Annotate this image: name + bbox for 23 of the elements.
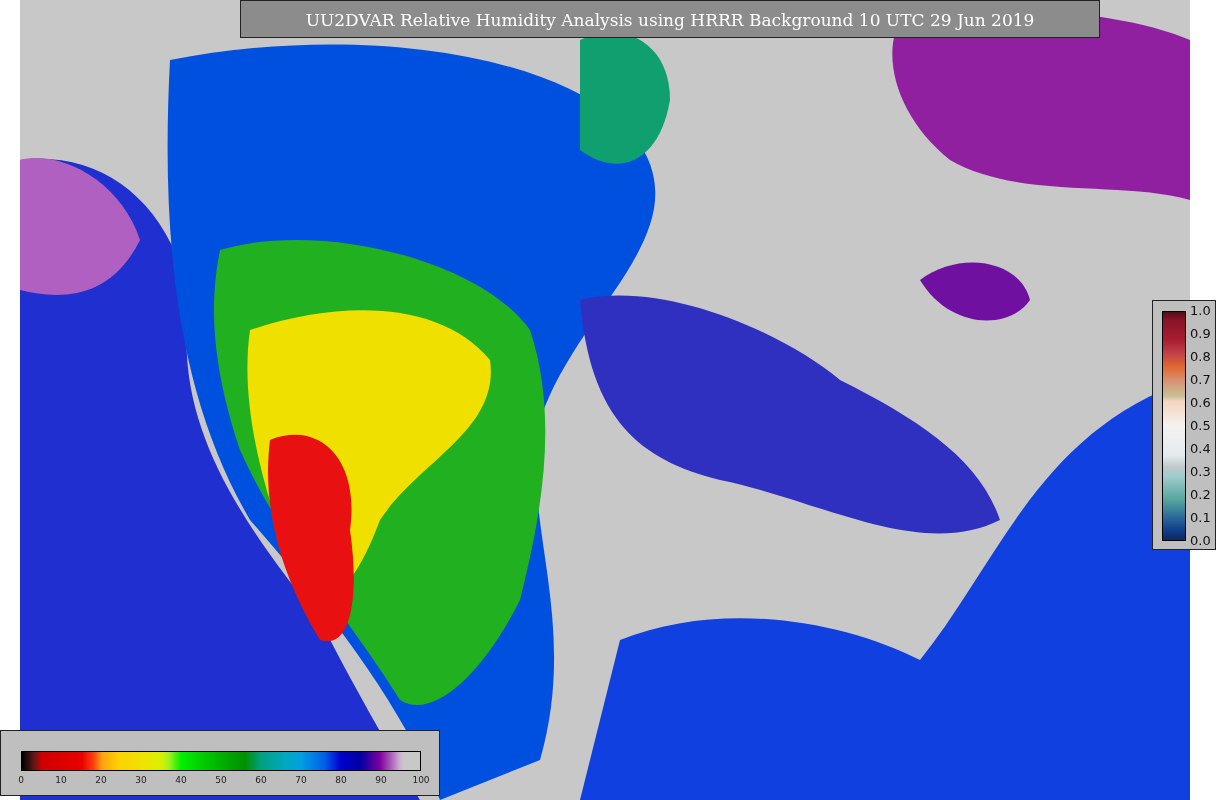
tick-label: 0.6 — [1190, 396, 1211, 410]
tick-label: 0.2 — [1190, 488, 1211, 502]
tick-label: 0.1 — [1190, 511, 1211, 525]
tick-label: 0 — [17, 775, 25, 785]
tick-label: 30 — [134, 775, 148, 785]
tick-label: 80 — [334, 775, 348, 785]
tick-label: 90 — [374, 775, 388, 785]
tick-label: 70 — [294, 775, 308, 785]
tick-label: 40 — [174, 775, 188, 785]
tick-label: 0.0 — [1190, 534, 1211, 548]
tick-label: 50 — [214, 775, 228, 785]
tick-label: 0.5 — [1190, 419, 1211, 433]
tick-label: 0.8 — [1190, 350, 1211, 364]
tick-label: 10 — [54, 775, 68, 785]
map-title: UU2DVAR Relative Humidity Analysis using HRRR Background 10 UTC 29 Jun 2019 — [240, 0, 1100, 38]
tick-label: 1.0 — [1190, 304, 1211, 318]
tick-label: 0.7 — [1190, 373, 1211, 387]
tick-label: 0.3 — [1190, 465, 1211, 479]
tick-label: 0.9 — [1190, 327, 1211, 341]
tick-label: 100 — [411, 775, 431, 785]
tick-label: 20 — [94, 775, 108, 785]
tick-label: 60 — [254, 775, 268, 785]
tick-label: 0.4 — [1190, 442, 1211, 456]
